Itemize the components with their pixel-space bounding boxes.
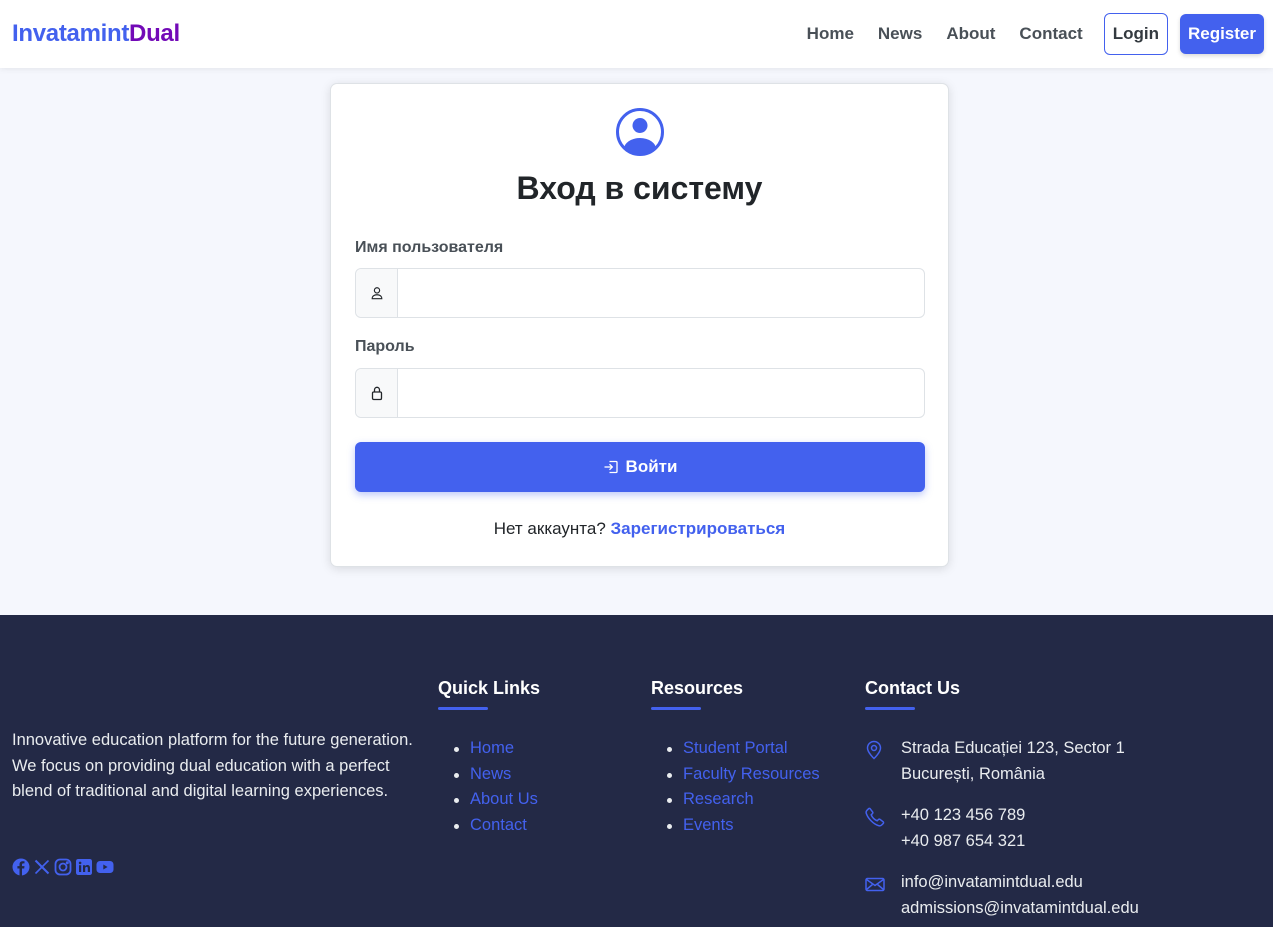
brand-logo[interactable]: InvatamintDual <box>12 20 180 48</box>
brand-part-2: Dual <box>129 20 180 47</box>
email-1[interactable]: info@invatamintdual.edu <box>901 870 1139 896</box>
title-underline <box>651 707 701 710</box>
map-pin-icon <box>865 736 901 787</box>
brand-part-1: Invatamint <box>12 20 130 47</box>
contact-email: info@invatamintdual.edu admissions@invat… <box>865 870 1139 921</box>
email-2[interactable]: admissions@invatamintdual.edu <box>901 896 1139 922</box>
signup-prompt: Нет аккаунта? Зарегистрироваться <box>331 519 948 539</box>
register-link[interactable]: Зарегистрироваться <box>611 519 786 538</box>
envelope-icon <box>865 870 901 921</box>
submit-login-button[interactable]: Войти <box>355 442 925 492</box>
title-underline <box>865 707 915 710</box>
phone-number-2[interactable]: +40 987 654 321 <box>901 829 1025 855</box>
footer-link-contact[interactable]: Contact <box>453 813 540 839</box>
footer-quick-links: Quick Links Home News About Us Contact <box>438 678 540 838</box>
quick-links-title: Quick Links <box>438 678 541 698</box>
footer: Innovative education platform for the fu… <box>0 615 1273 927</box>
social-links <box>12 858 117 876</box>
submit-login-label: Войти <box>625 457 678 476</box>
nav-menu: Home News About Contact Login Register <box>807 13 1264 55</box>
username-label: Имя пользователя <box>355 239 504 256</box>
password-label: Пароль <box>355 338 415 355</box>
nav-link-contact[interactable]: Contact <box>1019 24 1082 44</box>
nav-link-news[interactable]: News <box>878 24 922 44</box>
footer-link-events[interactable]: Events <box>666 813 820 839</box>
user-circle-icon <box>616 108 664 156</box>
facebook-icon[interactable] <box>12 858 30 876</box>
contact-address: Strada Educației 123, Sector 1 București… <box>865 736 1139 787</box>
contact-title: Contact Us <box>865 678 961 698</box>
resources-list: Student Portal Faculty Resources Researc… <box>651 736 820 838</box>
contact-phone: +40 123 456 789 +40 987 654 321 <box>865 803 1139 854</box>
nav-link-about[interactable]: About <box>946 24 995 44</box>
lock-icon <box>356 369 398 417</box>
phone-icon <box>865 803 901 854</box>
quick-links-list: Home News About Us Contact <box>438 736 540 838</box>
footer-contact: Contact Us Strada Educației 123, Sector … <box>865 678 1139 927</box>
username-input[interactable] <box>398 269 924 317</box>
password-input-group <box>355 368 925 418</box>
footer-link-news[interactable]: News <box>453 762 540 788</box>
navbar: InvatamintDual Home News About Contact L… <box>0 0 1273 68</box>
instagram-icon[interactable] <box>54 858 72 876</box>
footer-about-text: Innovative education platform for the fu… <box>12 731 413 800</box>
login-card: Вход в систему Имя пользователя Пароль В… <box>330 83 949 567</box>
person-icon <box>356 269 398 317</box>
password-input[interactable] <box>398 369 924 417</box>
box-arrow-in-icon <box>604 460 618 474</box>
register-button[interactable]: Register <box>1179 14 1264 54</box>
address-line-1: Strada Educației 123, Sector 1 <box>901 739 1125 757</box>
footer-resources: Resources Student Portal Faculty Resourc… <box>651 678 820 838</box>
address-line-2: București, România <box>901 764 1045 783</box>
no-account-text: Нет аккаунта? <box>493 519 606 538</box>
footer-link-research[interactable]: Research <box>666 787 820 813</box>
x-twitter-icon[interactable] <box>33 858 51 876</box>
username-input-group <box>355 268 925 318</box>
footer-link-faculty-resources[interactable]: Faculty Resources <box>666 762 820 788</box>
resources-title: Resources <box>651 678 744 698</box>
title-underline <box>438 707 488 710</box>
footer-link-student-portal[interactable]: Student Portal <box>666 736 820 762</box>
nav-link-home[interactable]: Home <box>807 24 854 44</box>
youtube-icon[interactable] <box>96 858 114 876</box>
footer-link-about-us[interactable]: About Us <box>453 787 540 813</box>
login-title: Вход в систему <box>516 170 763 206</box>
phone-number-1[interactable]: +40 123 456 789 <box>901 803 1025 829</box>
footer-link-home[interactable]: Home <box>453 736 540 762</box>
linkedin-icon[interactable] <box>75 858 93 876</box>
login-button[interactable]: Login <box>1103 13 1168 55</box>
